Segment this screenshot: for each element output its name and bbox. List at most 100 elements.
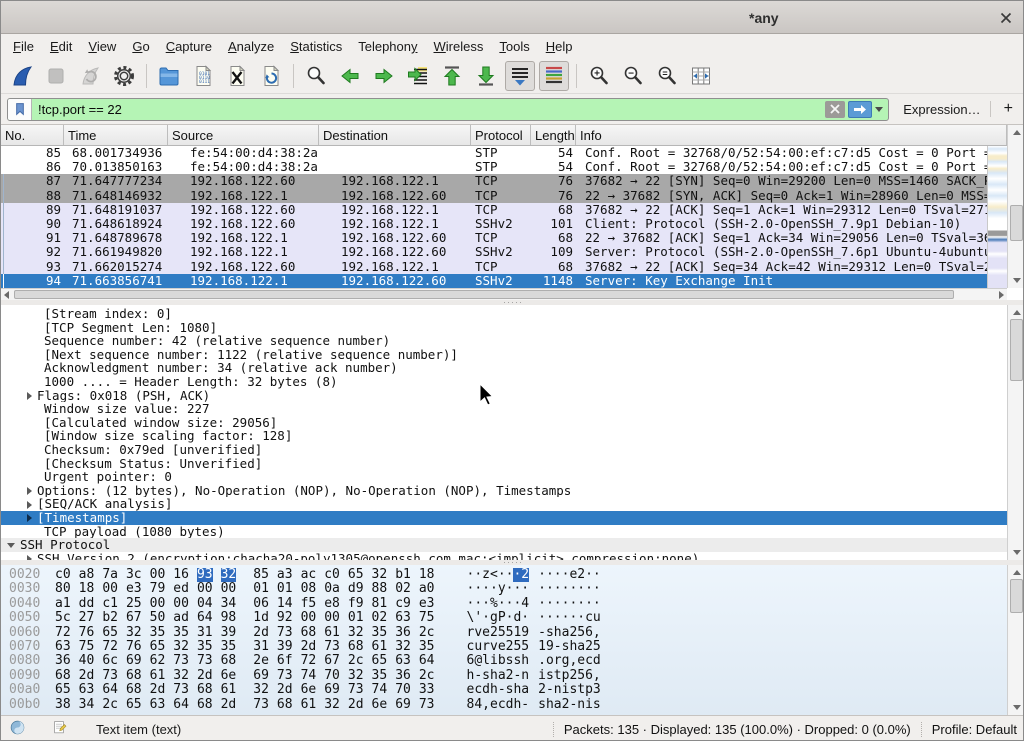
menu-file[interactable]: File	[5, 36, 42, 57]
zoom-in-button[interactable]: +	[584, 61, 614, 91]
hex-row-0030[interactable]: 0030801800e379ed00000101080ad98802a0····…	[1, 582, 1024, 596]
detail-row-5[interactable]: 1000 .... = Header Length: 32 bytes (8)	[1, 375, 1007, 389]
detail-row-4[interactable]: Acknowledgment number: 34 (relative ack …	[1, 361, 1007, 375]
packet-list-minimap[interactable]	[987, 146, 1007, 288]
filter-bookmark-button[interactable]	[8, 99, 32, 120]
detail-row-16[interactable]: TCP payload (1080 bytes)	[1, 525, 1007, 539]
detail-row-8[interactable]: [Calculated window size: 29056]	[1, 416, 1007, 430]
filter-apply-button[interactable]	[848, 101, 872, 118]
menu-wireless[interactable]: Wireless	[426, 36, 492, 57]
detail-row-14[interactable]: [SEQ/ACK analysis]	[1, 497, 1007, 511]
restart-capture-button[interactable]	[75, 61, 105, 91]
column-header-protocol[interactable]: Protocol	[471, 125, 531, 145]
detail-row-7[interactable]: Window size value: 227	[1, 402, 1007, 416]
column-header-info[interactable]: Info	[576, 125, 1007, 145]
reload-file-button[interactable]	[256, 61, 286, 91]
menu-go[interactable]: Go	[124, 36, 157, 57]
detail-row-2[interactable]: Sequence number: 42 (relative sequence n…	[1, 334, 1007, 348]
open-file-button[interactable]	[154, 61, 184, 91]
detail-row-10[interactable]: Checksum: 0x79ed [unverified]	[1, 443, 1007, 457]
detail-row-17[interactable]: SSH Protocol	[1, 538, 1007, 552]
packet-row-94[interactable]: 9471.663856741192.168.122.1192.168.122.6…	[1, 274, 987, 288]
close-window-button[interactable]	[997, 9, 1015, 27]
close-file-button[interactable]	[222, 61, 252, 91]
collapsed-arrow-icon[interactable]	[27, 392, 32, 400]
collapsed-arrow-icon[interactable]	[27, 514, 32, 522]
detail-row-15[interactable]: [Timestamps]	[1, 511, 1007, 525]
go-to-packet-button[interactable]	[403, 61, 433, 91]
hex-row-0090[interactable]: 0090682d736861322d6e697374703235362ch-sh…	[1, 669, 1024, 683]
display-filter-input[interactable]: !tcp.port == 22	[7, 98, 889, 121]
go-last-button[interactable]	[471, 61, 501, 91]
hex-row-00b0[interactable]: 00b038342c656364682d736861322d6e697384,e…	[1, 698, 1024, 712]
hex-row-0040[interactable]: 0040a1ddc125000004340614f5e8f981c9e3···%…	[1, 597, 1024, 611]
detail-row-6[interactable]: Flags: 0x018 (PSH, ACK)	[1, 389, 1007, 403]
colorize-button[interactable]	[539, 61, 569, 91]
detail-row-1[interactable]: [TCP Segment Len: 1080]	[1, 321, 1007, 335]
detail-row-0[interactable]: [Stream index: 0]	[1, 307, 1007, 321]
auto-scroll-button[interactable]	[505, 61, 535, 91]
column-header-no[interactable]: No.	[1, 125, 64, 145]
column-header-time[interactable]: Time	[64, 125, 168, 145]
title-bar[interactable]: *any	[1, 1, 1023, 34]
column-header-destination[interactable]: Destination	[319, 125, 471, 145]
menu-telephony[interactable]: Telephony	[350, 36, 425, 57]
save-file-button[interactable]: 010101100111	[188, 61, 218, 91]
column-header-source[interactable]: Source	[168, 125, 319, 145]
hex-row-0060[interactable]: 006072766532353531392d7368613235362crve2…	[1, 626, 1024, 640]
collapsed-arrow-icon[interactable]	[27, 487, 32, 495]
status-profile[interactable]: Profile: Default	[932, 722, 1017, 737]
filter-text[interactable]: !tcp.port == 22	[32, 102, 825, 117]
packet-row-88[interactable]: 8871.648146932192.168.122.1192.168.122.6…	[1, 189, 987, 203]
zoom-out-button[interactable]: −	[618, 61, 648, 91]
expert-info-button[interactable]	[9, 719, 26, 739]
start-capture-button[interactable]	[7, 61, 37, 91]
column-header-length[interactable]: Length	[531, 125, 576, 145]
packet-list-vscrollbar[interactable]	[1007, 125, 1024, 288]
detail-row-13[interactable]: Options: (12 bytes), No-Operation (NOP),…	[1, 484, 1007, 498]
go-back-button[interactable]	[335, 61, 365, 91]
packet-row-87[interactable]: 8771.647777234192.168.122.60192.168.122.…	[1, 174, 987, 188]
bytes-vscrollbar[interactable]	[1007, 565, 1024, 715]
menu-edit[interactable]: Edit	[42, 36, 80, 57]
menu-statistics[interactable]: Statistics	[282, 36, 350, 57]
packet-row-85[interactable]: 8568.001734936fe:54:00:d4:38:2aSTP54Conf…	[1, 146, 987, 160]
hex-row-0070[interactable]: 0070637572766532353531392d7368613235curv…	[1, 640, 1024, 654]
resize-columns-button[interactable]	[686, 61, 716, 91]
menu-analyze[interactable]: Analyze	[220, 36, 282, 57]
detail-row-11[interactable]: [Checksum Status: Unverified]	[1, 457, 1007, 471]
hex-row-00a0[interactable]: 00a0656364682d736861322d6e6973747033ecdh…	[1, 683, 1024, 697]
find-packet-button[interactable]	[301, 61, 331, 91]
packet-row-89[interactable]: 8971.648191037192.168.122.60192.168.122.…	[1, 203, 987, 217]
hex-row-0080[interactable]: 008036406c69627373682e6f72672c6563646@li…	[1, 654, 1024, 668]
menu-help[interactable]: Help	[538, 36, 581, 57]
expression-button[interactable]: Expression…	[903, 102, 980, 117]
zoom-original-button[interactable]: =	[652, 61, 682, 91]
go-forward-button[interactable]	[369, 61, 399, 91]
capture-comment-button[interactable]	[52, 719, 68, 739]
menu-capture[interactable]: Capture	[158, 36, 220, 57]
collapsed-arrow-icon[interactable]	[27, 501, 32, 509]
packet-row-93[interactable]: 9371.662015274192.168.122.60192.168.122.…	[1, 260, 987, 274]
packet-row-86[interactable]: 8670.013850163fe:54:00:d4:38:2aSTP54Conf…	[1, 160, 987, 174]
capture-options-button[interactable]	[109, 61, 139, 91]
expanded-arrow-icon[interactable]	[7, 543, 15, 548]
menu-tools[interactable]: Tools	[491, 36, 537, 57]
menu-view[interactable]: View	[80, 36, 124, 57]
details-vscrollbar[interactable]	[1007, 305, 1024, 560]
filter-clear-button[interactable]	[825, 101, 845, 118]
packet-row-90[interactable]: 9071.648618924192.168.122.60192.168.122.…	[1, 217, 987, 231]
detail-row-9[interactable]: [Window size scaling factor: 128]	[1, 429, 1007, 443]
hex-row-0050[interactable]: 00505c27b26750ad64981d92000001026375\'·g…	[1, 611, 1024, 625]
hex-row-0020[interactable]: 0020c0a87a3c0016933285a3acc06532b118··z<…	[1, 568, 1024, 582]
filter-history-dropdown[interactable]	[875, 107, 883, 112]
detail-row-3[interactable]: [Next sequence number: 1122 (relative se…	[1, 348, 1007, 362]
packet-row-92[interactable]: 9271.661949820192.168.122.1192.168.122.6…	[1, 245, 987, 259]
auto-scroll-icon	[508, 64, 532, 88]
stop-capture-button[interactable]	[41, 61, 71, 91]
restart-capture-icon	[78, 64, 102, 88]
packet-row-91[interactable]: 9171.648789678192.168.122.1192.168.122.6…	[1, 231, 987, 245]
detail-row-12[interactable]: Urgent pointer: 0	[1, 470, 1007, 484]
add-filter-button[interactable]: +	[1000, 100, 1017, 118]
go-first-button[interactable]	[437, 61, 467, 91]
